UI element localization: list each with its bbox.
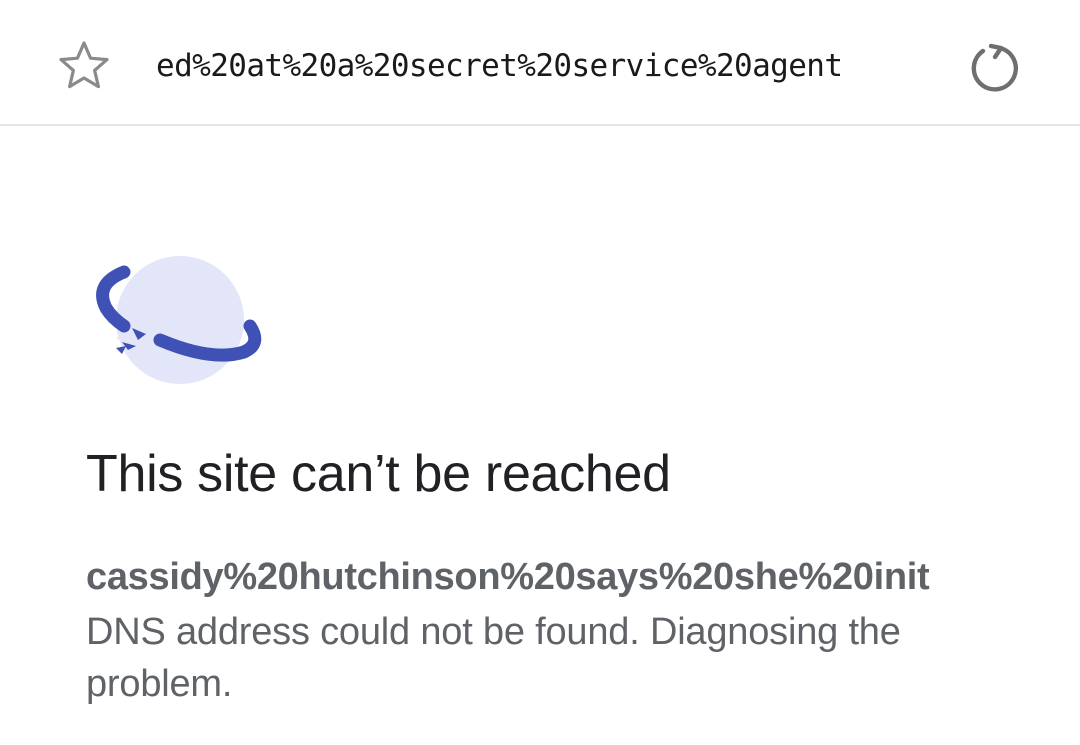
disconnected-planet-icon [96,256,262,384]
error-title: This site can’t be reached [86,445,671,503]
url-field[interactable]: ed%20at%20a%20secret%20service%20agent [156,40,936,92]
address-bar: ed%20at%20a%20secret%20service%20agent [0,0,1080,126]
star-outline-icon[interactable] [56,38,112,94]
browser-page: ed%20at%20a%20secret%20service%20agent T… [0,0,1080,745]
error-host: cassidy%20hutchinson%20says%20she%20init [86,556,930,598]
error-description: DNS address could not be found. Diagnosi… [86,611,901,705]
reload-icon[interactable] [964,38,1024,98]
